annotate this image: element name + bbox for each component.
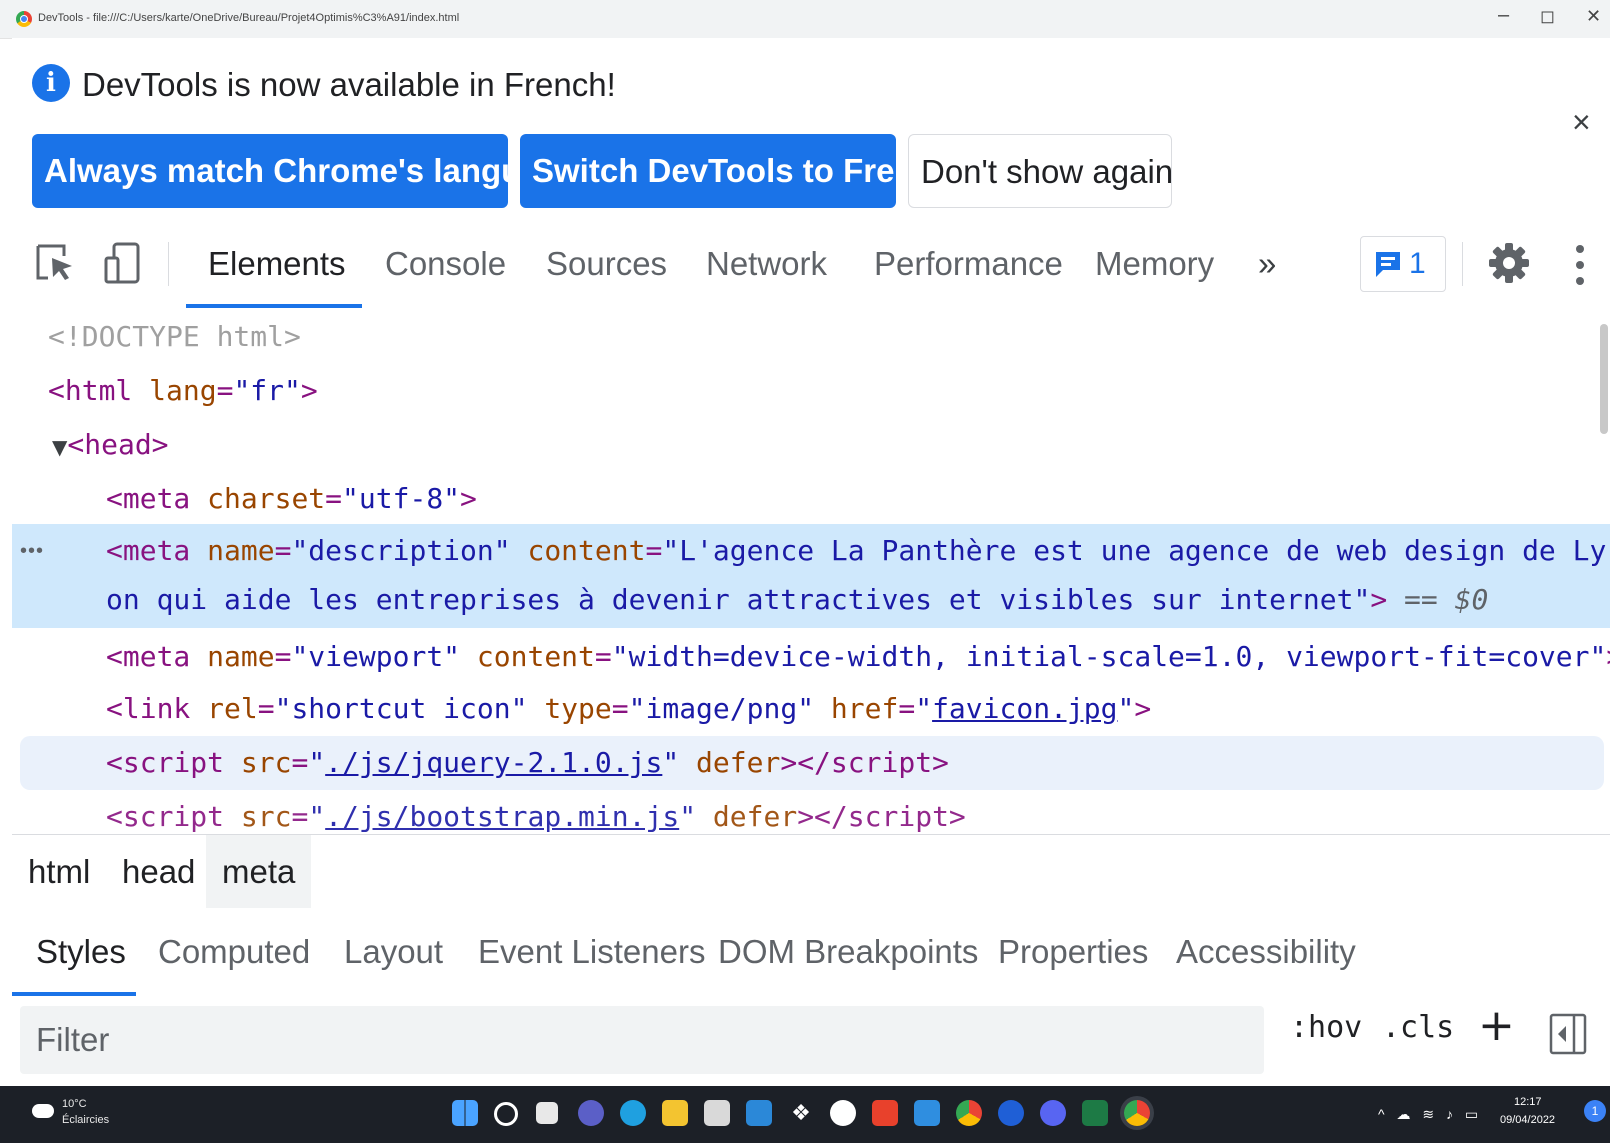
dont-show-again-button[interactable]: Don't show again — [908, 134, 1173, 208]
dom-node-script-jquery[interactable]: <script src="./js/jquery-2.1.0.js" defer… — [20, 736, 1604, 790]
window-close-button[interactable]: ✕ — [1586, 6, 1601, 27]
system-tray-icons[interactable]: ^ ☁ ≋ ♪ ▭ — [1378, 1106, 1482, 1123]
chrome-logo-icon — [16, 11, 32, 27]
notepad-icon[interactable] — [704, 1100, 730, 1126]
info-icon: i — [32, 64, 70, 102]
toggle-sidebar-icon[interactable] — [1548, 1012, 1588, 1056]
edge-browser-icon[interactable] — [620, 1100, 646, 1126]
tab-properties[interactable]: Properties — [998, 908, 1148, 996]
tab-performance[interactable]: Performance — [874, 220, 1063, 308]
issues-count: 1 — [1409, 247, 1426, 280]
hover-state-toggle[interactable]: :hov — [1290, 1010, 1362, 1045]
tab-console[interactable]: Console — [385, 220, 506, 308]
chrome-icon[interactable] — [956, 1100, 982, 1126]
clock-date[interactable]: 09/04/2022 — [1500, 1114, 1555, 1126]
dom-tree: <!DOCTYPE html> <html lang="fr"> ▼<head>… — [12, 308, 1610, 834]
language-infobar: i DevTools is now available in French! ×… — [12, 38, 1610, 221]
file-explorer-icon[interactable] — [662, 1100, 688, 1126]
expand-triangle-icon[interactable]: ▼ — [52, 435, 67, 459]
office-icon[interactable] — [872, 1100, 898, 1126]
weather-temperature: 10°C — [62, 1098, 87, 1110]
dom-node-link-icon[interactable]: <link rel="shortcut icon" type="image/pn… — [12, 682, 1610, 736]
tab-event-listeners[interactable]: Event Listeners — [478, 908, 705, 996]
styles-filter-input[interactable] — [20, 1006, 1264, 1074]
gear-icon[interactable] — [1488, 242, 1530, 284]
tab-network[interactable]: Network — [706, 220, 827, 308]
teams-chat-icon[interactable] — [578, 1100, 604, 1126]
issues-message-icon — [1376, 252, 1400, 277]
selected-node-marker: == $0 — [1404, 583, 1489, 616]
dom-node-html[interactable]: <html lang="fr"> — [12, 364, 1610, 418]
tab-layout[interactable]: Layout — [344, 908, 443, 996]
github-icon[interactable] — [830, 1100, 856, 1126]
dom-tree-scrollbar[interactable] — [1600, 324, 1608, 434]
class-toggle[interactable]: .cls — [1382, 1010, 1454, 1045]
breadcrumb-meta[interactable]: meta — [206, 835, 312, 909]
dom-node-doctype[interactable]: <!DOCTYPE html> — [12, 310, 1610, 364]
windows-taskbar: 10°C Éclaircies ❖ ^ ☁ ≋ ♪ ▭ 12:17 09/04/… — [0, 1086, 1610, 1143]
windows-start-icon[interactable] — [452, 1100, 478, 1126]
tab-computed[interactable]: Computed — [158, 908, 310, 996]
node-actions-dots[interactable]: ••• — [20, 524, 44, 578]
kebab-menu-icon[interactable] — [1570, 242, 1590, 288]
favicon-link[interactable]: favicon.jpg — [932, 692, 1117, 725]
tab-dom-breakpoints[interactable]: DOM Breakpoints — [718, 908, 978, 996]
dom-node-script-partial[interactable]: <script src="./js/bootstrap.min.js" defe… — [12, 790, 1610, 834]
discord-icon[interactable] — [1040, 1100, 1066, 1126]
infobar-message: DevTools is now available in French! — [82, 66, 616, 103]
dom-node-meta-description-selected[interactable]: ••• <meta name="description" content="L'… — [12, 524, 1610, 628]
always-match-language-button[interactable]: Always match Chrome's language — [32, 134, 578, 208]
dom-node-head[interactable]: ▼<head> — [12, 418, 1610, 472]
dom-node-meta-viewport[interactable]: <meta name="viewport" content="width=dev… — [12, 630, 1610, 684]
weather-description: Éclaircies — [62, 1114, 110, 1126]
tab-memory[interactable]: Memory — [1095, 220, 1214, 308]
chrome-devtools-active-icon[interactable] — [1124, 1100, 1150, 1126]
new-style-rule-button[interactable]: + — [1478, 1000, 1515, 1051]
tab-elements[interactable]: Elements — [208, 220, 346, 308]
device-toolbar-icon[interactable] — [100, 240, 146, 286]
switch-to-french-button[interactable]: Switch DevTools to French — [520, 134, 953, 208]
dropbox-icon[interactable]: ❖ — [788, 1100, 814, 1126]
clock-time[interactable]: 12:17 — [1514, 1096, 1542, 1108]
excel-icon[interactable] — [1082, 1100, 1108, 1126]
breadcrumb-head[interactable]: head — [106, 835, 211, 909]
jquery-script-link[interactable]: ./js/jquery-2.1.0.js — [325, 746, 662, 779]
dom-node-meta-charset[interactable]: <meta charset="utf-8"> — [12, 472, 1610, 526]
devtools-toolbar: Elements Console Sources Network Perform… — [12, 220, 1610, 309]
notification-badge[interactable]: 1 — [1584, 1100, 1606, 1122]
task-view-icon[interactable] — [536, 1102, 558, 1124]
window-title: DevTools - file:///C:/Users/karte/OneDri… — [38, 12, 460, 24]
toolbar-divider — [1462, 242, 1463, 286]
skype-icon[interactable] — [998, 1100, 1024, 1126]
tab-styles[interactable]: Styles — [36, 908, 126, 996]
minimize-button[interactable]: – — [1498, 4, 1509, 27]
styles-filter-bar: :hov .cls + — [12, 996, 1610, 1086]
weather-cloud-icon[interactable] — [32, 1104, 54, 1118]
window-titlebar: DevTools - file:///C:/Users/karte/OneDri… — [0, 0, 1610, 39]
breadcrumb: html head meta — [12, 834, 1610, 910]
inspect-element-icon[interactable] — [32, 240, 78, 286]
search-icon[interactable] — [494, 1102, 518, 1126]
tab-sources[interactable]: Sources — [546, 220, 667, 308]
more-tabs-button[interactable]: » — [1258, 220, 1276, 308]
infobar-close-button[interactable]: × — [1572, 104, 1591, 141]
maximize-button[interactable]: ◻ — [1540, 6, 1555, 27]
styles-pane-tabs: Styles Computed Layout Event Listeners D… — [12, 908, 1610, 997]
vscode-icon[interactable] — [914, 1100, 940, 1126]
mail-icon[interactable] — [746, 1100, 772, 1126]
breadcrumb-html[interactable]: html — [12, 835, 106, 909]
issues-button[interactable]: 1 — [1360, 236, 1446, 292]
toolbar-divider — [168, 242, 169, 286]
tab-accessibility[interactable]: Accessibility — [1176, 908, 1356, 996]
